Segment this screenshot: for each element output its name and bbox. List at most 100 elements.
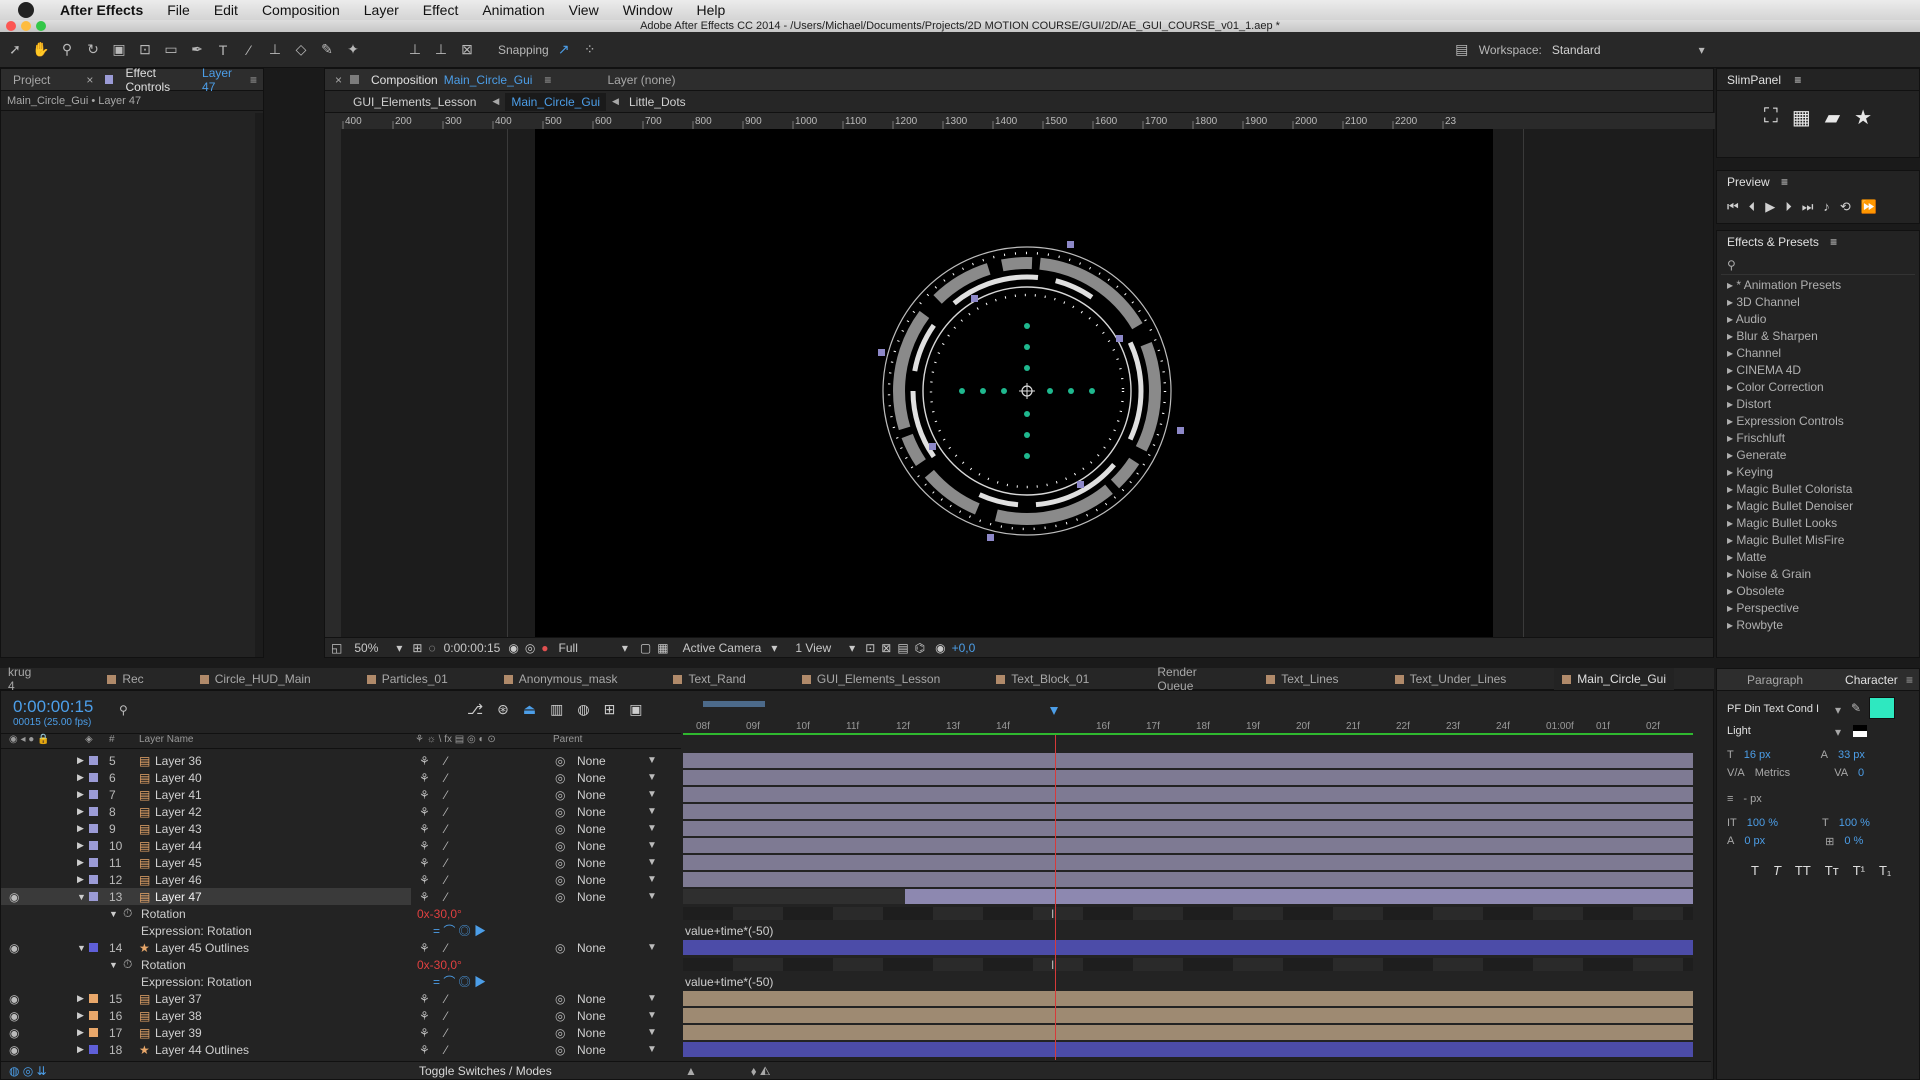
font-dropdown-icon[interactable]: ▾ — [1835, 703, 1841, 717]
layer-duration-bar[interactable] — [683, 787, 1693, 802]
layer-duration-bar[interactable] — [683, 872, 1693, 887]
exposure-reset-icon[interactable]: ◉ — [935, 641, 945, 655]
menu-effect[interactable]: Effect — [423, 2, 459, 18]
zoom-tool-icon[interactable]: ⚲ — [56, 39, 78, 61]
rotation-property-row[interactable]: ▼ ⏱ Rotation 0x-30,0° I — [1, 905, 1701, 922]
menu-layer[interactable]: Layer — [364, 2, 399, 18]
toggle-switches-modes[interactable]: Toggle Switches / Modes — [419, 1064, 552, 1078]
twirl-arrow-icon[interactable]: ▶ — [77, 772, 84, 783]
twirl-arrow-icon[interactable]: ▶ — [77, 1027, 84, 1038]
expression-text[interactable]: value+time*(-50) — [685, 975, 773, 989]
effects-category-item[interactable]: ▸ Channel — [1717, 345, 1919, 362]
faux-italic-icon[interactable]: T — [1773, 863, 1781, 878]
small-caps-icon[interactable]: Tт — [1825, 863, 1839, 878]
layer-name[interactable]: Layer 36 — [155, 754, 202, 768]
shy-switch-icon[interactable]: ⚘ — [419, 1043, 430, 1057]
visibility-eye-icon[interactable]: ◉ — [9, 1026, 19, 1040]
tab-composition[interactable]: Composition — [371, 73, 438, 87]
baseline-shift-value[interactable]: 0 px — [1744, 835, 1765, 848]
timeline-tab[interactable]: Main_Circle_Gui — [1554, 668, 1674, 690]
effects-category-item[interactable]: ▸ Magic Bullet MisFire — [1717, 532, 1919, 549]
effects-category-item[interactable]: ▸ 3D Channel — [1717, 294, 1919, 311]
zoom-select[interactable]: 50% — [354, 641, 378, 655]
parent-select[interactable]: None — [577, 992, 606, 1006]
font-style-select[interactable]: Light — [1727, 725, 1751, 737]
parent-dropdown-icon[interactable]: ▼ — [647, 772, 657, 783]
layer-duration-bar[interactable] — [683, 1042, 1693, 1057]
snapping-options-icon[interactable]: ⁘ — [579, 39, 601, 61]
menu-edit[interactable]: Edit — [214, 2, 238, 18]
parent-pickwhip-icon[interactable]: ◎ — [555, 1026, 565, 1040]
label-color-chip[interactable] — [89, 943, 98, 952]
view-dropdown-icon[interactable]: ▾ — [849, 641, 855, 655]
safe-zones-icon[interactable]: ⊞ — [412, 641, 422, 655]
parent-select[interactable]: None — [577, 856, 606, 870]
label-color-chip[interactable] — [89, 841, 98, 850]
layer-name[interactable]: Layer 44 Outlines — [155, 1043, 249, 1057]
shy-switch-icon[interactable]: ⚘ — [419, 890, 430, 904]
label-color-chip[interactable] — [89, 756, 98, 765]
vertical-scale-value[interactable]: 100 % — [1747, 817, 1778, 829]
stroke-width-value[interactable]: - px — [1743, 793, 1761, 805]
snapshot-icon[interactable]: ◉ — [508, 641, 518, 655]
camera-select[interactable]: Active Camera — [683, 641, 762, 655]
timeline-tab[interactable]: Particles_01 — [359, 668, 456, 690]
comp-viewer[interactable] — [341, 129, 1713, 637]
layer-name[interactable]: Layer 37 — [155, 992, 202, 1006]
quality-switch-icon[interactable]: ⁄ — [445, 1026, 447, 1040]
parent-select[interactable]: None — [577, 873, 606, 887]
expression-controls-icon[interactable]: = ⌒ ◎ ▶ — [433, 922, 486, 939]
visibility-eye-icon[interactable]: ◉ — [9, 1043, 19, 1057]
panel-menu-icon[interactable]: ≡ — [544, 73, 551, 87]
expression-text[interactable]: value+time*(-50) — [685, 924, 773, 938]
label-color-chip[interactable] — [89, 994, 98, 1003]
effects-search-input[interactable]: ⚲ — [1721, 255, 1915, 275]
effects-category-item[interactable]: ▸ Audio — [1717, 311, 1919, 328]
parent-pickwhip-icon[interactable]: ◎ — [555, 856, 565, 870]
timeline-tab[interactable]: Rec — [99, 668, 151, 690]
layer-row[interactable]: ◉ ▶ 17 ▤ Layer 39 ⚘ ⁄ ◎ None ▼ — [1, 1024, 1701, 1041]
menu-help[interactable]: Help — [697, 2, 726, 18]
layer-name[interactable]: Layer 38 — [155, 1009, 202, 1023]
tab-effect-controls[interactable]: Effect Controls — [125, 66, 196, 94]
twirl-arrow-icon[interactable]: ▶ — [77, 1010, 84, 1021]
parent-pickwhip-icon[interactable]: ◎ — [555, 822, 565, 836]
parent-dropdown-icon[interactable]: ▼ — [647, 993, 657, 1004]
quality-switch-icon[interactable]: ⁄ — [445, 771, 447, 785]
layer-row[interactable]: ▶ 12 ▤ Layer 46 ⚘ ⁄ ◎ None ▼ — [1, 871, 1701, 888]
next-frame-icon[interactable]: ⏵ — [1785, 199, 1792, 215]
work-area-bar[interactable] — [683, 733, 1693, 735]
snapping-toggle-icon[interactable]: ↗ — [553, 39, 575, 61]
parent-select[interactable]: None — [577, 1043, 606, 1057]
always-preview-icon[interactable]: ◱ — [331, 641, 342, 655]
quality-switch-icon[interactable]: ⁄ — [445, 788, 447, 802]
effects-category-item[interactable]: ▸ Magic Bullet Looks — [1717, 515, 1919, 532]
view-layout-select[interactable]: 1 View — [795, 641, 831, 655]
toggle-pixel-icon[interactable]: ⊡ — [865, 641, 875, 655]
panel-menu-icon[interactable]: ≡ — [250, 73, 257, 87]
menu-composition[interactable]: Composition — [262, 2, 340, 18]
menu-animation[interactable]: Animation — [482, 2, 544, 18]
layer-name[interactable]: Layer 40 — [155, 771, 202, 785]
effects-category-item[interactable]: ▸ Distort — [1717, 396, 1919, 413]
parent-dropdown-icon[interactable]: ▼ — [647, 891, 657, 902]
layer-row[interactable]: ◉ ▶ 18 ★ Layer 44 Outlines ⚘ ⁄ ◎ None ▼ — [1, 1041, 1701, 1058]
menu-window[interactable]: Window — [623, 2, 673, 18]
timeline-timecode[interactable]: 0:00:00:15 — [13, 697, 93, 717]
subscript-icon[interactable]: T₁ — [1879, 863, 1891, 878]
parent-select[interactable]: None — [577, 1026, 606, 1040]
twirl-arrow-icon[interactable]: ▼ — [77, 943, 86, 953]
parent-dropdown-icon[interactable]: ▼ — [647, 823, 657, 834]
star-icon[interactable]: ★ — [1854, 105, 1872, 130]
effects-category-item[interactable]: ▸ Color Correction — [1717, 379, 1919, 396]
kerning-value[interactable]: Metrics — [1755, 767, 1790, 779]
comp-mini-flowchart-icon[interactable]: ⎇ — [467, 701, 483, 718]
selection-tool-icon[interactable]: ➚ — [4, 39, 26, 61]
viewer-timecode[interactable]: 0:00:00:15 — [444, 641, 501, 655]
visibility-eye-icon[interactable]: ◉ — [9, 992, 19, 1006]
eyedropper-icon[interactable]: ✎ — [1851, 701, 1861, 715]
workspace-select[interactable]: Standard — [1552, 43, 1601, 57]
layer-duration-bar[interactable] — [683, 855, 1693, 870]
parent-select[interactable]: None — [577, 805, 606, 819]
effects-category-item[interactable]: ▸ Frischluft — [1717, 430, 1919, 447]
